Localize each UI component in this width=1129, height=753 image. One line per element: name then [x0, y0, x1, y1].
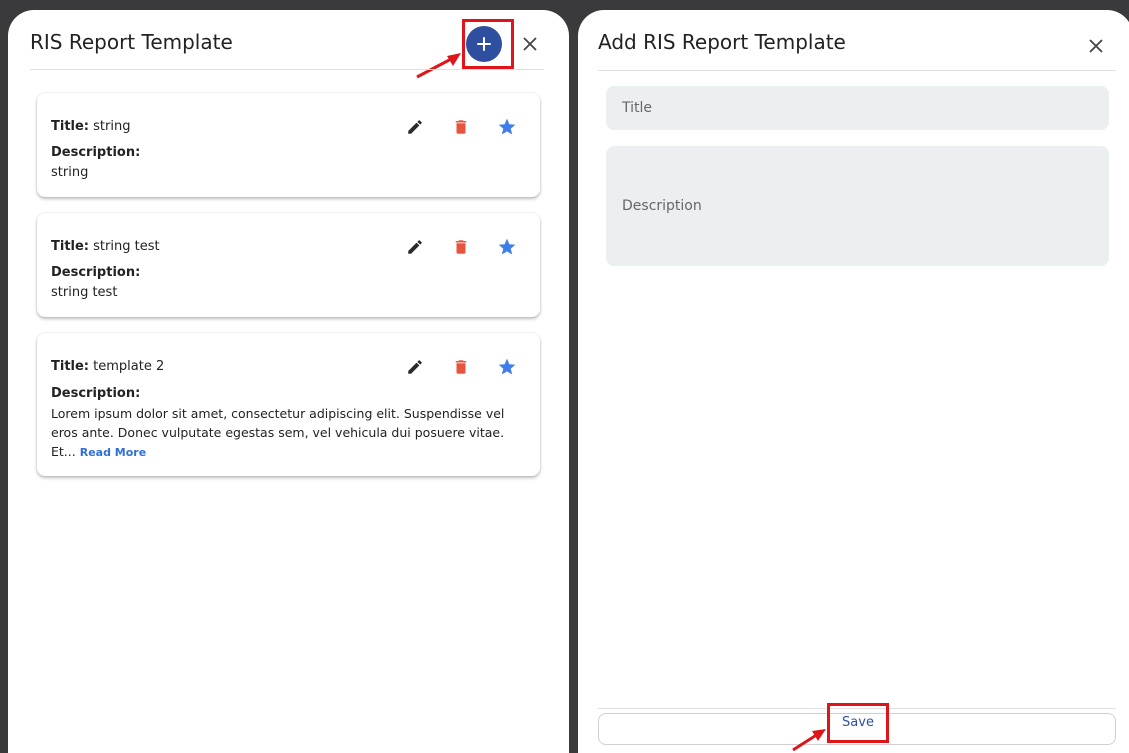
favorite-button[interactable]	[494, 235, 520, 259]
title-value: string test	[93, 239, 160, 254]
favorite-button[interactable]	[494, 355, 520, 379]
trash-icon	[455, 240, 467, 254]
description-label: Description:	[51, 386, 141, 401]
title-label: Title:	[51, 119, 90, 134]
template-card: Title: string test Description: string t…	[37, 213, 540, 317]
read-more-link[interactable]: Read More	[80, 446, 146, 459]
delete-button[interactable]	[448, 235, 474, 259]
edit-button[interactable]	[402, 115, 428, 139]
description-label: Description:	[51, 265, 141, 280]
card-actions	[402, 115, 520, 139]
description-value: string test	[51, 285, 118, 300]
divider	[30, 69, 544, 70]
star-icon	[498, 238, 516, 255]
star-icon	[498, 118, 516, 135]
card-title: Title: string	[51, 119, 130, 134]
arrow-icon	[792, 729, 826, 752]
edit-button[interactable]	[402, 355, 428, 379]
description-value: string	[51, 165, 89, 180]
delete-button[interactable]	[448, 115, 474, 139]
description-placeholder: Description	[622, 198, 702, 214]
pencil-icon	[408, 120, 422, 134]
title-label: Title:	[51, 239, 90, 254]
card-actions	[402, 235, 520, 259]
title-value: string	[93, 119, 131, 134]
pencil-icon	[408, 360, 422, 374]
title-input[interactable]: Title	[606, 86, 1109, 130]
arrow-icon	[416, 53, 461, 79]
add-template-panel: Add RIS Report Template Title Descriptio…	[578, 10, 1129, 753]
dialog-title: Add RIS Report Template	[598, 30, 846, 54]
divider	[598, 70, 1116, 71]
trash-icon	[455, 360, 467, 374]
close-button[interactable]	[1086, 36, 1106, 56]
template-card: Title: template 2 Description: Lorem ips…	[37, 333, 540, 476]
star-icon	[498, 358, 516, 375]
description-value: Lorem ipsum dolor sit amet, consectetur …	[51, 404, 522, 462]
title-value: template 2	[93, 359, 165, 374]
template-card: Title: string Description: string	[37, 93, 540, 197]
trash-icon	[455, 120, 467, 134]
template-list-panel: RIS Report Template Title: string Descri…	[8, 10, 569, 753]
close-icon	[1089, 39, 1103, 53]
card-actions	[402, 355, 520, 379]
close-button[interactable]	[520, 34, 540, 54]
delete-button[interactable]	[448, 355, 474, 379]
card-title: Title: string test	[51, 239, 160, 254]
pencil-icon	[408, 240, 422, 254]
title-placeholder: Title	[622, 100, 653, 116]
highlight-box	[827, 703, 889, 743]
card-title: Title: template 2	[51, 359, 164, 374]
highlight-box	[462, 19, 514, 69]
favorite-button[interactable]	[494, 115, 520, 139]
description-input[interactable]: Description	[606, 146, 1109, 266]
close-icon	[523, 37, 537, 51]
description-label: Description:	[51, 145, 141, 160]
title-label: Title:	[51, 359, 90, 374]
page-title: RIS Report Template	[30, 30, 233, 54]
edit-button[interactable]	[402, 235, 428, 259]
